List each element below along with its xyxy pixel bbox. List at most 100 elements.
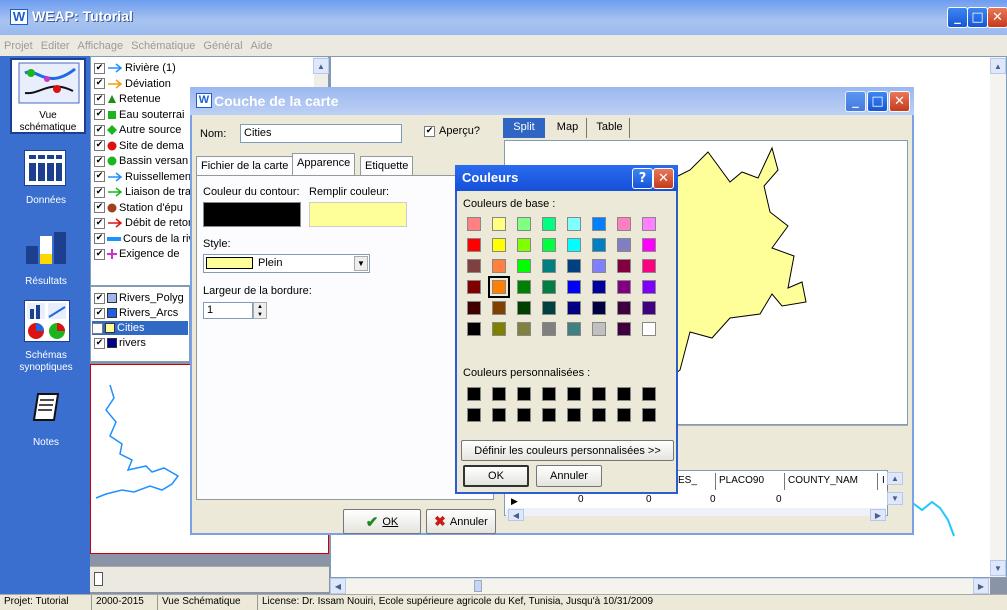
table-scroll-left[interactable]: ◀ — [508, 509, 524, 521]
fill-color-button[interactable] — [309, 202, 407, 227]
sidebar-item-synoptic-label[interactable]: Schémas synoptiques — [4, 350, 88, 374]
basic-color-swatch[interactable] — [617, 217, 631, 231]
legend-item[interactable]: ✔ Liaison de tra — [94, 185, 191, 199]
tab-fichier[interactable]: Fichier de la carte — [196, 156, 294, 175]
basic-color-swatch[interactable] — [617, 238, 631, 252]
basic-color-swatch[interactable] — [567, 301, 581, 315]
layer-item[interactable]: ✔ rivers — [94, 336, 146, 350]
define-custom-colors-button[interactable]: Définir les couleurs personnalisées >> — [461, 440, 674, 461]
basic-color-swatch[interactable] — [467, 301, 481, 315]
custom-color-swatch[interactable] — [517, 387, 531, 401]
basic-color-swatch[interactable] — [642, 259, 656, 273]
basic-color-swatch[interactable] — [592, 322, 606, 336]
basic-color-swatch[interactable] — [542, 259, 556, 273]
sidebar-item-notes-label[interactable]: Notes — [8, 437, 84, 448]
custom-color-swatch[interactable] — [542, 408, 556, 422]
table-header-cell[interactable]: ES_ — [676, 473, 716, 490]
menu-aide[interactable]: Aide — [251, 40, 273, 52]
basic-color-swatch[interactable] — [592, 280, 606, 294]
basic-color-swatch[interactable] — [542, 238, 556, 252]
maximize-button[interactable]: □ — [967, 7, 988, 28]
legend-item-checkbox[interactable]: ✔ — [94, 217, 105, 229]
basic-color-swatch[interactable] — [592, 217, 606, 231]
legend-scroll-up[interactable]: ▲ — [313, 58, 329, 74]
menu-schematique[interactable]: Schématique — [131, 40, 195, 52]
zoom-slider[interactable] — [90, 566, 329, 592]
outline-color-button[interactable] — [203, 202, 301, 227]
zoom-slider-thumb[interactable] — [94, 572, 103, 586]
custom-color-swatch[interactable] — [617, 387, 631, 401]
main-map-scroll-down[interactable]: ▼ — [990, 560, 1006, 576]
layer-item-checkbox[interactable]: ✔ — [94, 307, 105, 319]
table-hscroll[interactable] — [506, 508, 886, 516]
legend-item-checkbox[interactable]: ✔ — [94, 186, 105, 198]
basic-color-swatch[interactable] — [517, 238, 531, 252]
table-header-cell[interactable]: COUNTY_NAM — [786, 473, 878, 490]
custom-color-swatch[interactable] — [467, 408, 481, 422]
basic-color-swatch[interactable] — [542, 301, 556, 315]
basic-color-swatch[interactable] — [492, 322, 506, 336]
basic-color-swatch[interactable] — [517, 280, 531, 294]
basic-color-swatch[interactable] — [517, 217, 531, 231]
custom-color-swatch[interactable] — [617, 408, 631, 422]
tab-apparence[interactable]: Apparence — [292, 153, 356, 175]
legend-item[interactable]: ✔ Rivière (1) — [94, 61, 176, 75]
table-cell[interactable]: 0 — [710, 494, 716, 505]
notes-icon[interactable] — [32, 392, 60, 422]
legend-item[interactable]: ✔ Retenue — [94, 92, 161, 106]
legend-item[interactable]: ✔ Autre source — [94, 123, 181, 137]
menu-affichage[interactable]: Affichage — [78, 40, 124, 52]
basic-color-swatch[interactable] — [617, 301, 631, 315]
layer-item-checkbox[interactable]: ✔ — [94, 337, 105, 349]
legend-item-checkbox[interactable]: ✔ — [94, 140, 105, 151]
custom-color-swatch[interactable] — [592, 408, 606, 422]
cancel-button[interactable]: ✖ Annuler — [426, 509, 496, 534]
minimize-button[interactable]: _ — [947, 7, 968, 28]
basic-color-swatch[interactable] — [542, 217, 556, 231]
main-map-scroll-right[interactable]: ▶ — [973, 578, 989, 594]
table-cell[interactable]: 0 — [776, 494, 782, 505]
basic-color-swatch[interactable] — [488, 276, 510, 298]
preview-checkbox[interactable]: ✔ Aperçu? — [424, 125, 480, 137]
legend-item[interactable]: ✔ Déviation — [94, 77, 171, 91]
close-button[interactable]: ✕ — [987, 7, 1007, 28]
legend-item[interactable]: ✔ Bassin versan — [94, 154, 188, 168]
data-icon[interactable] — [24, 150, 66, 186]
basic-color-swatch[interactable] — [642, 238, 656, 252]
main-map-vscroll[interactable] — [990, 57, 1006, 577]
table-header-cell[interactable]: PLACO90 — [717, 473, 785, 490]
basic-color-swatch[interactable] — [642, 301, 656, 315]
basic-color-swatch[interactable] — [642, 280, 656, 294]
basic-color-swatch[interactable] — [592, 301, 606, 315]
layer-item-checkbox[interactable]: ✔ — [92, 322, 103, 334]
layer-item[interactable]: ✔ Rivers_Arcs — [94, 306, 178, 320]
ok-button[interactable]: ✔ OK — [343, 509, 421, 534]
table-cell[interactable]: 0 — [578, 494, 584, 505]
layer-dialog-maximize[interactable]: □ — [867, 91, 888, 112]
colors-close-button[interactable]: ✕ — [653, 168, 674, 189]
legend-item-checkbox[interactable]: ✔ — [94, 124, 105, 136]
legend-item[interactable]: ✔ Station d'épu — [94, 201, 183, 215]
basic-color-swatch[interactable] — [467, 280, 481, 294]
colors-ok-button[interactable]: OK — [463, 465, 529, 487]
basic-color-swatch[interactable] — [492, 301, 506, 315]
legend-item-checkbox[interactable]: ✔ — [94, 202, 105, 213]
main-map-hscroll-thumb[interactable] — [474, 580, 482, 592]
basic-color-swatch[interactable] — [542, 280, 556, 294]
main-map-scroll-up[interactable]: ▲ — [990, 58, 1006, 74]
layer-item-checkbox[interactable]: ✔ — [94, 292, 105, 304]
basic-color-swatch[interactable] — [517, 259, 531, 273]
layer-item[interactable]: ✔ Rivers_Polyg — [94, 291, 184, 305]
custom-color-swatch[interactable] — [517, 408, 531, 422]
table-scroll-up[interactable]: ▲ — [887, 472, 903, 485]
results-icon[interactable] — [24, 230, 70, 266]
basic-color-swatch[interactable] — [567, 259, 581, 273]
custom-color-swatch[interactable] — [567, 408, 581, 422]
basic-color-swatch[interactable] — [617, 322, 631, 336]
legend-item[interactable]: ✔ Cours de la riv — [94, 232, 194, 246]
custom-color-swatch[interactable] — [567, 387, 581, 401]
basic-color-swatch[interactable] — [567, 217, 581, 231]
basic-color-swatch[interactable] — [567, 238, 581, 252]
legend-item-checkbox[interactable]: ✔ — [94, 155, 105, 167]
custom-color-swatch[interactable] — [642, 387, 656, 401]
